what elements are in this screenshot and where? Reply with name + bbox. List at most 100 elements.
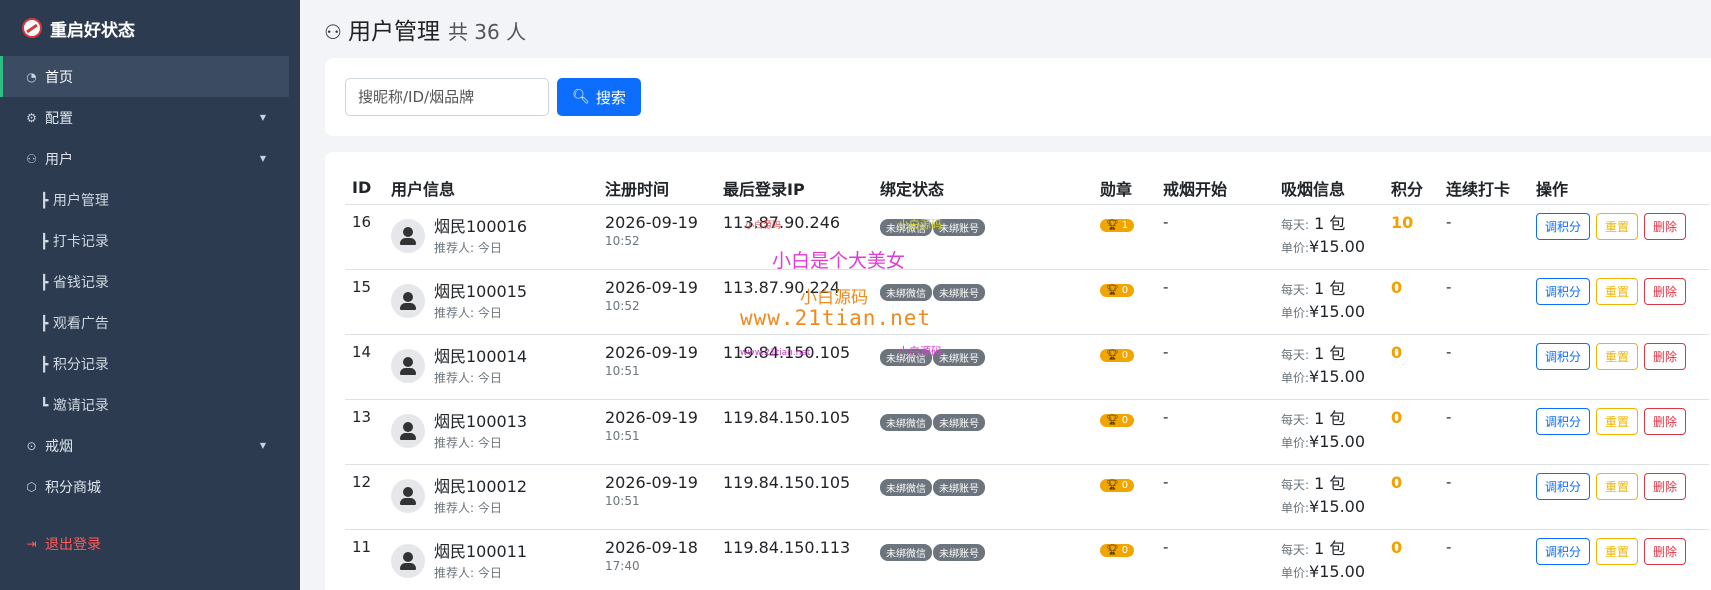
delete-button[interactable]: 删除 bbox=[1644, 407, 1687, 435]
cell-medal: 🏆︎ 0 bbox=[1093, 529, 1156, 590]
adjust-points-button[interactable]: 调积分 bbox=[1536, 212, 1591, 240]
cell-streak: - bbox=[1439, 399, 1529, 465]
last-ip: 113.87.90.224 bbox=[723, 277, 841, 297]
reset-button[interactable]: 重置 bbox=[1596, 342, 1639, 370]
sidebar-menu: ◔ 首页 ⚙ 配置 ▼ ⚇ 用户 ▼ ┣ 用户管理 ┣ 打卡记录 ┣ 省钱记录 … bbox=[0, 56, 300, 564]
cell-quit-start: - bbox=[1156, 399, 1274, 465]
sidebar-item-points-records[interactable]: ┣ 积分记录 bbox=[0, 343, 300, 384]
cell-id: 11 bbox=[345, 529, 384, 590]
sidebar-item-label: 配置 bbox=[45, 110, 73, 127]
account-bind-badge: 未绑账号 bbox=[933, 478, 985, 496]
cell-points: 0 bbox=[1384, 334, 1439, 400]
sidebar-item-config[interactable]: ⚙ 配置 ▼ bbox=[0, 97, 300, 138]
sidebar-item-home[interactable]: ◔ 首页 bbox=[0, 56, 289, 97]
unit-price: ¥15.00 bbox=[1309, 431, 1366, 451]
register-clock: 10:51 bbox=[605, 493, 640, 508]
reset-button[interactable]: 重置 bbox=[1596, 212, 1639, 240]
avatar bbox=[391, 543, 425, 578]
sidebar-item-user-management[interactable]: ┣ 用户管理 bbox=[0, 179, 300, 220]
cell-points: 0 bbox=[1384, 464, 1439, 530]
trophy-icon: 🏆︎ bbox=[1106, 349, 1119, 361]
medal-count: 0 bbox=[1121, 479, 1129, 491]
adjust-points-button[interactable]: 调积分 bbox=[1536, 407, 1591, 435]
cell-medal: 🏆︎ 0 bbox=[1093, 464, 1156, 530]
wechat-bind-badge: 未绑微信 bbox=[880, 413, 932, 431]
register-date: 2026-09-18 bbox=[605, 537, 698, 557]
search-button[interactable]: 🔍︎ 搜索 bbox=[557, 78, 641, 116]
sidebar-item-invite-records[interactable]: ┗ 邀请记录 bbox=[0, 384, 300, 425]
gear-icon: ⚙ bbox=[26, 110, 37, 125]
register-clock: 10:52 bbox=[605, 233, 640, 248]
cell-quit-start: - bbox=[1156, 269, 1274, 335]
adjust-points-button[interactable]: 调积分 bbox=[1536, 277, 1591, 305]
cell-streak: - bbox=[1439, 204, 1529, 270]
user-name: 烟民100016 bbox=[434, 216, 528, 236]
main-content: ⚇ 用户管理 共 36 人 🔍︎ 搜索 ID 用户信息 注册时间 最后登录IP … bbox=[300, 0, 1711, 590]
reset-button[interactable]: 重置 bbox=[1596, 407, 1639, 435]
delete-button[interactable]: 删除 bbox=[1644, 537, 1687, 565]
delete-button[interactable]: 删除 bbox=[1644, 472, 1687, 500]
adjust-points-button[interactable]: 调积分 bbox=[1536, 342, 1591, 370]
cell-bind-status: 未绑微信 未绑账号 bbox=[873, 334, 1093, 400]
sidebar-item-label: 积分商城 bbox=[45, 479, 101, 496]
trophy-icon: 🏆︎ bbox=[1106, 544, 1119, 556]
cell-actions: 调积分 重置 删除 bbox=[1529, 464, 1709, 530]
cell-quit-start: - bbox=[1156, 529, 1274, 590]
medal-badge: 🏆︎ 0 bbox=[1100, 543, 1135, 557]
cell-medal: 🏆︎ 0 bbox=[1093, 399, 1156, 465]
cell-id: 14 bbox=[345, 334, 384, 400]
brand[interactable]: 重启好状态 bbox=[0, 0, 300, 56]
reset-button[interactable]: 重置 bbox=[1596, 277, 1639, 305]
caret-down-icon: ▼ bbox=[259, 154, 266, 163]
column-header-register-time: 注册时间 bbox=[598, 172, 716, 205]
sidebar-item-label: ┣ 省钱记录 bbox=[40, 274, 109, 291]
sidebar-item-label: ┣ 积分记录 bbox=[40, 356, 109, 373]
sidebar-item-logout[interactable]: ⇥ 退出登录 bbox=[0, 523, 300, 564]
wechat-bind-badge: 未绑微信 bbox=[880, 283, 932, 301]
daily-amount: 1 包 bbox=[1314, 408, 1346, 428]
cell-ip: 113.87.90.246 bbox=[716, 204, 873, 270]
sidebar-item-savings-records[interactable]: ┣ 省钱记录 bbox=[0, 261, 300, 302]
cell-ip: 113.87.90.224 bbox=[716, 269, 873, 335]
daily-label: 每天: bbox=[1281, 477, 1310, 492]
user-name: 烟民100015 bbox=[434, 281, 528, 301]
cell-user: 烟民100015 推荐人: 今日 bbox=[384, 269, 598, 335]
table-body: 16 烟民100016 推荐人: 今日 2026-09-19 10:52 113… bbox=[345, 204, 1709, 590]
table-row: 16 烟民100016 推荐人: 今日 2026-09-19 10:52 113… bbox=[345, 204, 1709, 270]
delete-button[interactable]: 删除 bbox=[1644, 277, 1687, 305]
unit-price: ¥15.00 bbox=[1309, 561, 1366, 581]
avatar bbox=[391, 478, 425, 513]
user-name: 烟民100011 bbox=[434, 541, 528, 561]
register-clock: 10:51 bbox=[605, 363, 640, 378]
delete-button[interactable]: 删除 bbox=[1644, 212, 1687, 240]
search-input[interactable] bbox=[345, 78, 549, 116]
reset-button[interactable]: 重置 bbox=[1596, 537, 1639, 565]
user-name: 烟民100012 bbox=[434, 476, 528, 496]
delete-button[interactable]: 删除 bbox=[1644, 342, 1687, 370]
sidebar-item-points-mall[interactable]: ⬡ 积分商城 bbox=[0, 466, 300, 507]
adjust-points-button[interactable]: 调积分 bbox=[1536, 472, 1591, 500]
cell-register-time: 2026-09-19 10:52 bbox=[598, 204, 716, 270]
user-name: 烟民100014 bbox=[434, 346, 528, 366]
column-header-bind-status: 绑定状态 bbox=[873, 172, 1093, 205]
wechat-bind-badge: 未绑微信 bbox=[880, 543, 932, 561]
daily-label: 每天: bbox=[1281, 282, 1310, 297]
account-bind-badge: 未绑账号 bbox=[933, 283, 985, 301]
cell-user: 烟民100012 推荐人: 今日 bbox=[384, 464, 598, 530]
column-header-streak: 连续打卡 bbox=[1439, 172, 1529, 205]
daily-label: 每天: bbox=[1281, 347, 1310, 362]
user-name: 烟民100013 bbox=[434, 411, 528, 431]
referrer: 推荐人: 今日 bbox=[434, 500, 502, 515]
adjust-points-button[interactable]: 调积分 bbox=[1536, 537, 1591, 565]
sidebar-item-checkin-records[interactable]: ┣ 打卡记录 bbox=[0, 220, 300, 261]
sidebar-item-ad-views[interactable]: ┣ 观看广告 bbox=[0, 302, 300, 343]
cell-smoking-info: 每天: 1 包 单价:¥15.00 bbox=[1274, 529, 1384, 590]
sidebar-item-quit-smoking[interactable]: ⊙ 戒烟 ▼ bbox=[0, 425, 300, 466]
daily-amount: 1 包 bbox=[1314, 473, 1346, 493]
sidebar-item-users[interactable]: ⚇ 用户 ▼ bbox=[0, 138, 300, 179]
medal-badge: 🏆︎ 0 bbox=[1100, 348, 1135, 362]
reset-button[interactable]: 重置 bbox=[1596, 472, 1639, 500]
medal-badge: 🏆︎ 1 bbox=[1100, 218, 1135, 232]
register-clock: 10:51 bbox=[605, 428, 640, 443]
points-value: 0 bbox=[1391, 342, 1403, 362]
